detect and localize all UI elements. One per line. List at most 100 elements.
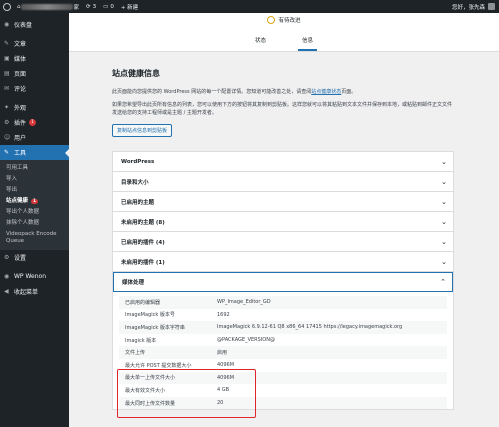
menu-label: 页面: [14, 71, 27, 78]
intro-text-end: 页面。: [341, 89, 357, 95]
tab-info[interactable]: 信息: [298, 36, 318, 51]
accordion-label: WordPress: [121, 158, 155, 165]
brush-icon: ✦: [4, 104, 10, 111]
chevron-down-icon: ⌄: [441, 257, 447, 266]
menu-comments[interactable]: ✉ 评论: [0, 81, 69, 96]
admin-bar: ⌂ 家 ⟳ 3 ▭ 0 + 新建 您好，张先森: [0, 0, 499, 13]
update-count: 3: [92, 3, 97, 10]
menu-plugins[interactable]: ⚙ 插件 1: [0, 115, 69, 130]
chevron-down-icon: ⌄: [441, 157, 447, 166]
submenu-import[interactable]: 导入: [0, 174, 69, 185]
accordion-label: 媒体处理: [122, 280, 145, 286]
accordion-inactive-plugins[interactable]: 未启用的插件 (1) ⌄: [113, 252, 453, 272]
wenon-icon: ◉: [4, 273, 10, 280]
menu-users[interactable]: ☺ 用户: [0, 130, 69, 145]
chevron-up-icon: ⌃: [440, 278, 446, 286]
row-key: 已启用的编辑器: [125, 299, 161, 306]
submenu-site-health[interactable]: 站点健康 1: [0, 196, 69, 207]
row-key: ImageMagick 版本号: [125, 312, 175, 319]
tools-submenu: 可用工具 导入 导出 站点健康 1 导出个人数据 抹除个人数据 Videopack…: [0, 160, 69, 250]
table-row: 已启用的编辑器 WP_Image_Editor_GD: [119, 296, 447, 309]
accordion-media-handling[interactable]: 媒体处理 ⌃: [113, 272, 453, 292]
row-value: 4096M: [217, 362, 235, 369]
comment-icon: ▭: [103, 3, 109, 10]
health-status: 有待改进: [69, 16, 499, 24]
accordion-wordpress[interactable]: WordPress ⌄: [113, 152, 453, 172]
menu-tools[interactable]: ✎ 工具: [0, 145, 69, 160]
page-title: 站点健康信息: [112, 69, 160, 78]
wrench-icon: ✎: [4, 149, 10, 156]
menu-label: 媒体: [14, 56, 27, 63]
menu-label: 插件: [14, 120, 27, 127]
row-value: @PACKAGE_VERSION@: [217, 337, 275, 344]
site-health-status-link[interactable]: 站点健康状态: [311, 89, 341, 95]
menu-media[interactable]: ▣ 媒体: [0, 51, 69, 66]
update-badge: 1: [29, 119, 36, 126]
row-value: 启用: [217, 350, 228, 357]
menu-dashboard[interactable]: ◉ 仪表盘: [0, 17, 69, 32]
row-key: ImageMagick 版本字符串: [125, 324, 185, 331]
table-row: ImageMagick 版本字符串 ImageMagick 6.9.12-61 Q…: [119, 321, 447, 334]
submenu-label: 站点健康: [6, 198, 29, 204]
row-key: 文件上传: [125, 350, 146, 357]
menu-label: WP Wenon: [14, 273, 47, 280]
menu-pages[interactable]: ▤ 页面: [0, 66, 69, 81]
accordion-label: 已启用的主题: [121, 199, 155, 206]
site-name-suffix: 家: [73, 4, 80, 11]
tab-status[interactable]: 状态: [251, 36, 270, 51]
intro-text: 此页面能向您提供您的 WordPress 网站的每一个配置详情。您知道可能改善之…: [112, 89, 312, 95]
menu-wp-wenon[interactable]: ◉ WP Wenon: [0, 269, 69, 284]
chevron-down-icon: ⌄: [441, 237, 447, 246]
accordion-label: 已启用的插件 (4): [121, 239, 165, 246]
table-row: 文件上传 启用: [119, 346, 447, 359]
menu-label: 设置: [14, 255, 27, 262]
submenu-export-personal-data[interactable]: 导出个人数据: [0, 207, 69, 218]
submenu-erase-personal-data[interactable]: 抹除个人数据: [0, 218, 69, 229]
accordion-label: 未启用的插件 (1): [121, 259, 165, 266]
settings-icon: ⚙: [4, 254, 10, 261]
table-row: Imagick 版本 @PACKAGE_VERSION@: [119, 334, 447, 347]
highlight-box: [117, 369, 256, 418]
submenu-available-tools[interactable]: 可用工具: [0, 163, 69, 174]
copy-to-clipboard-button[interactable]: 复制站点信息到剪贴板: [112, 124, 173, 137]
submenu-videopack-queue[interactable]: Videopack Encode Queue: [0, 229, 69, 247]
accordion-active-theme[interactable]: 已启用的主题 ⌄: [113, 192, 453, 212]
new-label: + 新建: [120, 4, 139, 11]
comments-link[interactable]: ⟳ 3: [86, 4, 96, 10]
home-icon: ⌂: [17, 3, 21, 10]
export-paragraph: 如果您希望导出此页所有信息的列表，您可以使用下方的按钮将其复制到剪贴板。这样您就…: [112, 102, 453, 116]
pending-count: 0: [110, 3, 114, 10]
collapse-icon: ◀: [4, 288, 9, 295]
accordion-active-plugins[interactable]: 已启用的插件 (4) ⌄: [113, 232, 453, 252]
wordpress-logo-icon[interactable]: [0, 0, 13, 13]
accordion-label: 目录和大小: [121, 179, 149, 186]
row-key: 最大允许 POST 提交数据大小: [125, 362, 192, 369]
intro-paragraph: 此页面能向您提供您的 WordPress 网站的每一个配置详情。您知道可能改善之…: [112, 88, 454, 96]
pin-icon: ✎: [4, 40, 10, 47]
chevron-down-icon: ⌄: [441, 197, 447, 206]
my-account[interactable]: 您好，张先森: [452, 0, 495, 13]
accordion-inactive-themes[interactable]: 未启用的主题 (8) ⌄: [113, 212, 453, 232]
site-name-link[interactable]: ⌂ 家: [17, 3, 79, 11]
dashboard-icon: ◉: [4, 21, 10, 28]
menu-label: 收起菜单: [14, 289, 39, 296]
status-label: 有待改进: [278, 18, 301, 24]
collapse-menu-button[interactable]: ◀ 收起菜单: [0, 284, 69, 299]
menu-appearance[interactable]: ✦ 外观: [0, 100, 69, 115]
accordion-directories[interactable]: 目录和大小 ⌄: [113, 172, 453, 192]
health-header: 有待改进 状态 信息: [69, 13, 499, 52]
pending-comments-link[interactable]: ▭ 0: [103, 4, 114, 10]
row-value: WP_Image_Editor_GD: [217, 299, 271, 306]
chevron-down-icon: ⌄: [441, 177, 447, 186]
submenu-export[interactable]: 导出: [0, 185, 69, 196]
chevron-down-icon: ⌄: [441, 217, 447, 226]
accordion-label: 未启用的主题 (8): [121, 219, 165, 226]
status-circle-icon: [267, 16, 276, 24]
menu-settings[interactable]: ⚙ 设置: [0, 250, 69, 265]
menu-label: 工具: [14, 150, 27, 157]
health-badge: 1: [31, 199, 39, 204]
menu-posts[interactable]: ✎ 文章: [0, 36, 69, 51]
new-content-link[interactable]: + 新建: [121, 3, 138, 11]
plugin-icon: ⚙: [4, 119, 10, 126]
main-content: 有待改进 状态 信息 站点健康信息 此页面能向您提供您的 WordPress 网…: [69, 13, 499, 427]
